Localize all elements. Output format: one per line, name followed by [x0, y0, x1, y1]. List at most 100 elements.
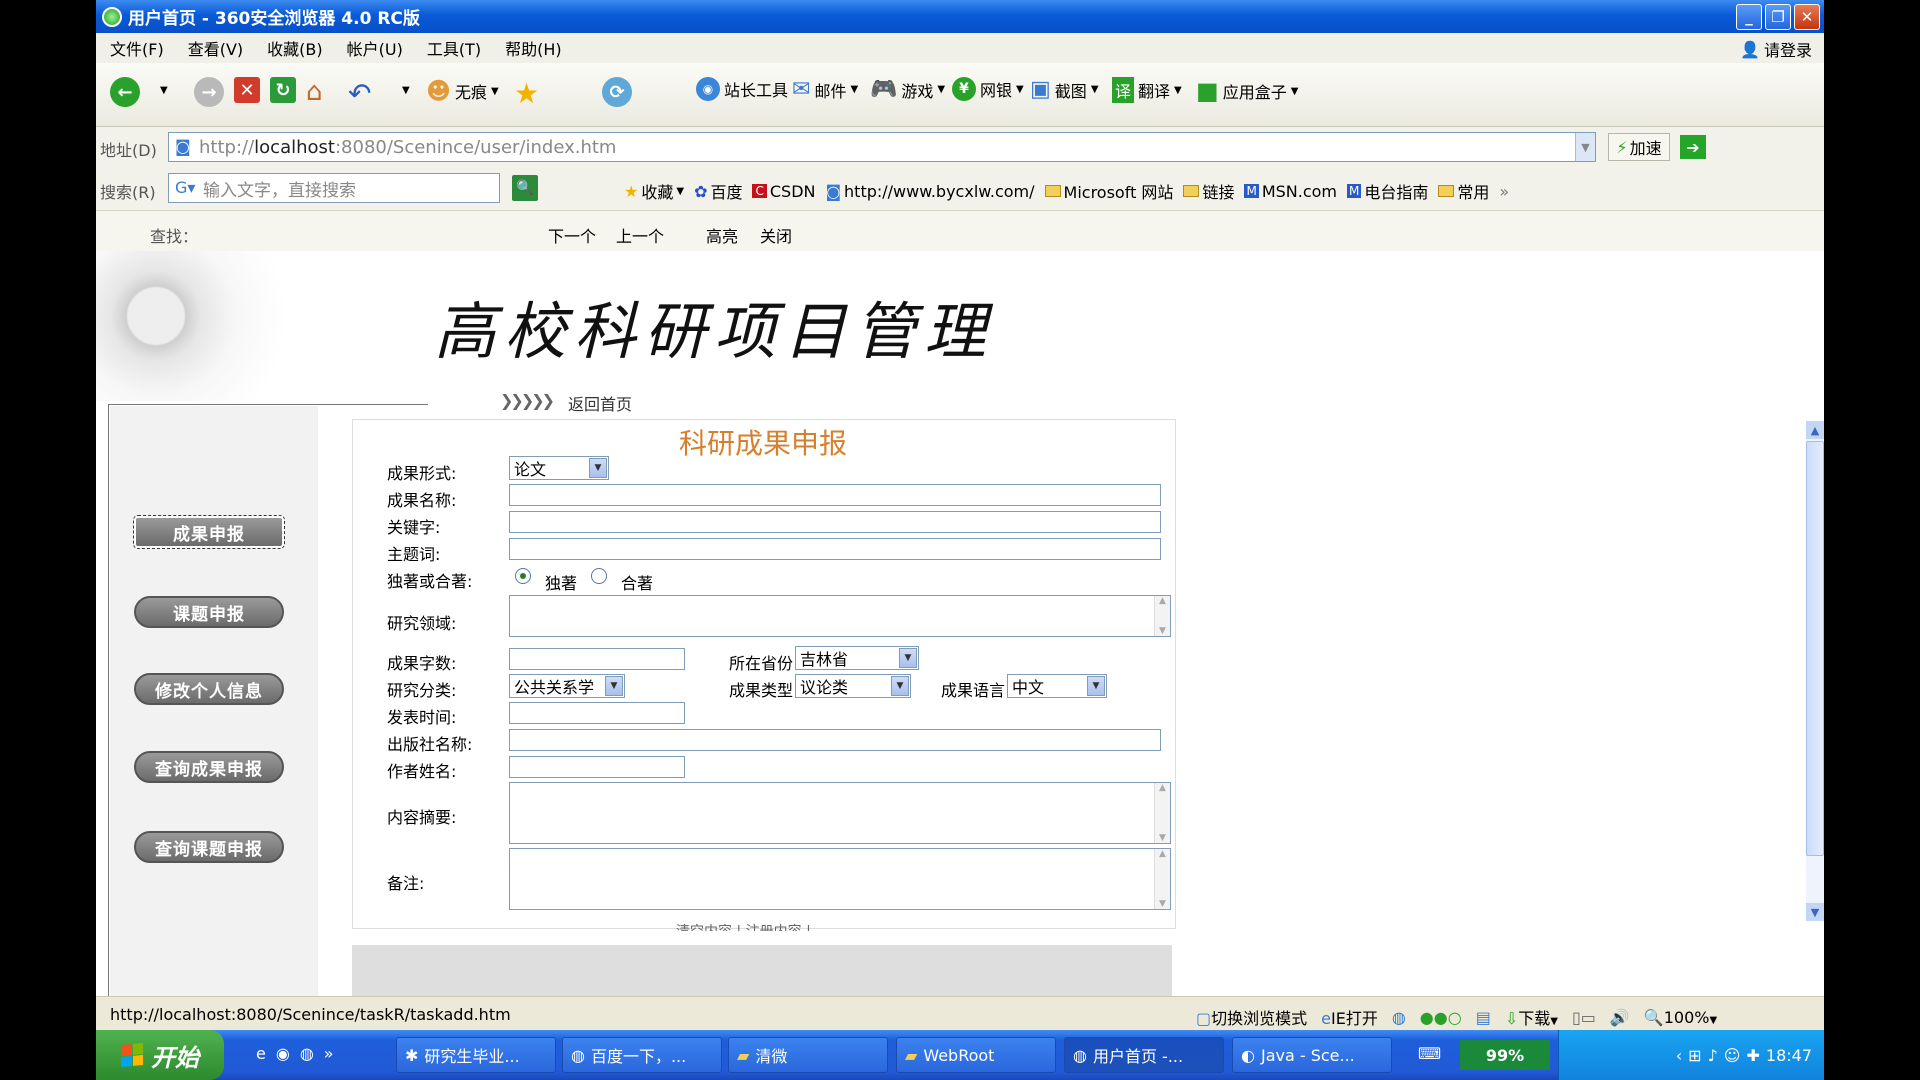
start-button[interactable]: 开始: [96, 1030, 224, 1080]
language-select[interactable]: 中文 ▼: [1007, 674, 1107, 698]
find-prev-button[interactable]: 上一个: [616, 223, 664, 247]
word-count-input[interactable]: [509, 648, 685, 670]
fav-bycxlw[interactable]: ◙ http://www.bycxlw.com/: [826, 182, 1035, 201]
close-button[interactable]: ✕: [1794, 4, 1820, 30]
zoom-control[interactable]: 🔍100%▼: [1644, 1008, 1717, 1027]
sidebar-item-query-results[interactable]: 查询成果申报: [134, 751, 284, 783]
search-engine-icon[interactable]: G▾: [175, 178, 195, 197]
maximize-button[interactable]: ❐: [1765, 4, 1791, 30]
search-button[interactable]: 🔍: [512, 175, 538, 201]
settings-icon[interactable]: ▤: [1476, 1008, 1491, 1027]
screenshot-button[interactable]: ▣ 截图 ▼: [1030, 77, 1099, 102]
ie-quicklaunch-icon[interactable]: e: [256, 1044, 266, 1063]
result-type-select[interactable]: 议论类 ▼: [795, 674, 911, 698]
author-input[interactable]: [509, 756, 685, 778]
webmaster-tools-button[interactable]: ◉ 站长工具: [696, 77, 788, 101]
menu-view[interactable]: 查看(V): [188, 36, 243, 60]
home-button[interactable]: ⌂: [306, 77, 323, 107]
sidebar-item-result-report[interactable]: 成果申报: [133, 515, 285, 549]
volume-icon[interactable]: 🔊: [1610, 1008, 1630, 1027]
form-action-links[interactable]: 清空内容 | 注册内容 |: [676, 921, 811, 931]
toggle-icon[interactable]: ●●○: [1420, 1008, 1462, 1027]
menu-favorites[interactable]: 收藏(B): [267, 36, 322, 60]
go-button[interactable]: ➔: [1680, 135, 1706, 159]
appbox-button[interactable]: ■ 应用盒子 ▼: [1196, 77, 1298, 105]
qq-icon[interactable]: ☺: [1724, 1046, 1741, 1065]
games-button[interactable]: 🎮 游戏 ▼: [870, 77, 945, 102]
keyboard-icon[interactable]: ⌨: [1418, 1044, 1441, 1063]
ie-open-button[interactable]: eIE打开: [1321, 1005, 1378, 1029]
task-user-home[interactable]: ◍ 用户首页 -...: [1064, 1037, 1224, 1073]
speedup-button[interactable]: ⚡ 加速: [1608, 133, 1670, 161]
login-link[interactable]: 👤 请登录: [1740, 37, 1812, 61]
task-graduation[interactable]: ✱ 研究生毕业...: [396, 1037, 556, 1073]
fav-links[interactable]: 链接: [1183, 179, 1234, 203]
fav-baidu[interactable]: ✿ 百度: [694, 179, 742, 203]
switch-mode-button[interactable]: ▢切换浏览模式: [1196, 1005, 1307, 1029]
search-input[interactable]: G▾ 输入文字，直接搜索: [168, 173, 500, 203]
task-webroot[interactable]: ▰ WebRoot: [896, 1037, 1056, 1073]
province-select[interactable]: 吉林省 ▼: [795, 646, 919, 670]
fav-microsoft[interactable]: Microsoft 网站: [1044, 179, 1173, 203]
scroll-down-icon[interactable]: ▼: [1806, 903, 1824, 921]
task-qingwei[interactable]: ▰ 清微: [728, 1037, 888, 1073]
back-button[interactable]: ←: [110, 77, 140, 107]
volume-icon[interactable]: ♪: [1708, 1046, 1718, 1065]
abstract-textarea[interactable]: ▲ ▼: [509, 782, 1171, 844]
download-button[interactable]: ⇩下载▼: [1505, 1005, 1558, 1029]
fav-msn[interactable]: M MSN.com: [1244, 182, 1337, 201]
menu-account[interactable]: 帐户(U): [347, 36, 403, 60]
find-highlight-button[interactable]: 高亮: [706, 223, 738, 247]
app-quicklaunch-icon[interactable]: ◉: [276, 1044, 290, 1063]
fav-collect[interactable]: ★ 收藏 ▼: [624, 179, 684, 203]
network-icon[interactable]: ⊞: [1688, 1046, 1701, 1065]
page-tools-icon[interactable]: ▯▭: [1572, 1008, 1596, 1027]
fav-radio[interactable]: M 电台指南: [1347, 179, 1428, 203]
undo-close-button[interactable]: ↶: [348, 77, 371, 110]
back-home-link[interactable]: ❯❯❯❯❯ 返回首页: [500, 391, 632, 415]
fav-common[interactable]: 常用: [1438, 179, 1489, 203]
menu-file[interactable]: 文件(F): [110, 36, 164, 60]
security-icon[interactable]: ✚: [1746, 1046, 1759, 1065]
menu-help[interactable]: 帮助(H): [505, 36, 562, 60]
mail-button[interactable]: ✉ 邮件 ▼: [792, 77, 858, 102]
minimize-button[interactable]: _: [1736, 4, 1762, 30]
radio-joint[interactable]: [591, 568, 607, 584]
fav-csdn[interactable]: C CSDN: [752, 182, 816, 201]
sync-button[interactable]: ⟳: [602, 77, 632, 107]
undo-dropdown[interactable]: ▼: [402, 85, 410, 96]
translate-button[interactable]: 译翻译 ▼: [1112, 77, 1182, 103]
sidebar-item-query-topics[interactable]: 查询课题申报: [134, 831, 284, 863]
browser-quicklaunch-icon[interactable]: ◍: [300, 1044, 314, 1063]
history-dropdown[interactable]: ▼: [160, 85, 168, 96]
task-baidu[interactable]: ◍ 百度一下，...: [562, 1037, 722, 1073]
address-input[interactable]: ◙ http://localhost:8080/Scenince/user/in…: [168, 132, 1596, 162]
category-select[interactable]: 公共关系学 ▼: [509, 674, 625, 698]
address-dropdown[interactable]: ▼: [1575, 133, 1595, 161]
sidebar-item-edit-profile[interactable]: 修改个人信息: [134, 673, 284, 705]
stop-button[interactable]: ✕: [234, 77, 260, 103]
shield-icon[interactable]: ◍: [1392, 1008, 1406, 1027]
more-chevron-icon[interactable]: »: [1499, 182, 1509, 201]
more-chevron-icon[interactable]: »: [324, 1044, 334, 1063]
subject-input[interactable]: [509, 538, 1161, 560]
scroll-up-icon[interactable]: ▲: [1806, 421, 1824, 439]
favorite-star-button[interactable]: ★: [514, 77, 539, 110]
form-type-select[interactable]: 论文 ▼: [509, 456, 609, 480]
field-textarea[interactable]: ▲ ▼: [509, 595, 1171, 637]
scroll-thumb[interactable]: [1806, 441, 1824, 856]
menu-tools[interactable]: 工具(T): [427, 36, 481, 60]
refresh-button[interactable]: ↻: [270, 77, 296, 103]
publisher-input[interactable]: [509, 729, 1161, 751]
remarks-textarea[interactable]: ▲ ▼: [509, 848, 1171, 910]
tray-arrow-icon[interactable]: ‹: [1676, 1046, 1682, 1065]
name-input[interactable]: [509, 484, 1161, 506]
clock[interactable]: 18:47: [1766, 1046, 1812, 1065]
forward-button[interactable]: →: [194, 77, 224, 107]
page-scrollbar[interactable]: ▲ ▼: [1806, 421, 1824, 921]
pub-time-input[interactable]: [509, 702, 685, 724]
task-java[interactable]: ◐ Java - Sce...: [1232, 1037, 1392, 1073]
radio-sole[interactable]: [515, 568, 531, 584]
find-close-button[interactable]: 关闭: [760, 223, 792, 247]
find-next-button[interactable]: 下一个: [548, 223, 596, 247]
